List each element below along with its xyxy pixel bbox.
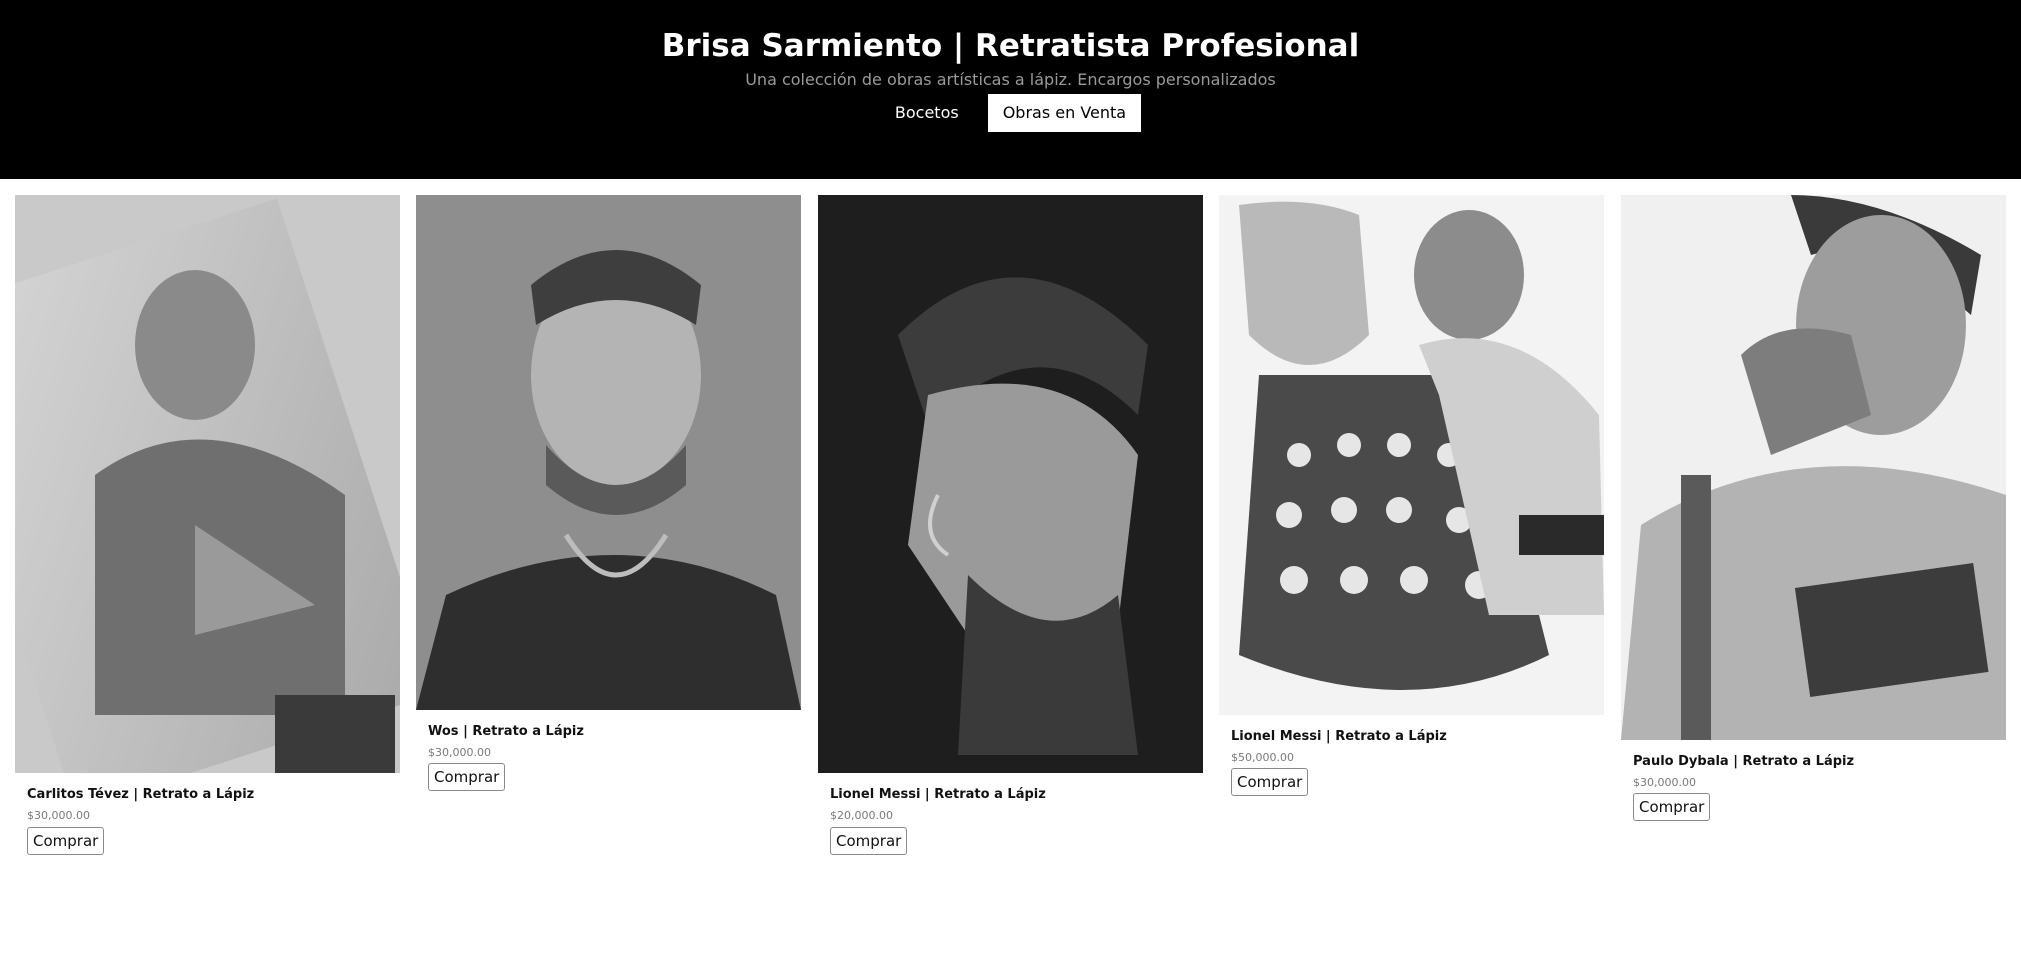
- tab-bocetos[interactable]: Bocetos: [879, 94, 974, 132]
- portrait-drawing-image: [1219, 195, 1604, 715]
- product-image[interactable]: [15, 195, 400, 773]
- product-price: $30,000.00: [1633, 776, 1696, 789]
- product-title: Lionel Messi | Retrato a Lápiz: [1231, 729, 1447, 744]
- portrait-drawing-image: [416, 195, 801, 710]
- product-image[interactable]: [1621, 195, 2006, 740]
- product-title: Wos | Retrato a Lápiz: [428, 724, 584, 739]
- portrait-drawing-image: [1621, 195, 2006, 740]
- portrait-drawing-image: [15, 195, 400, 773]
- nav-tabs: Bocetos Obras en Venta: [0, 94, 2021, 132]
- product-image[interactable]: [1219, 195, 1604, 715]
- buy-button[interactable]: Comprar: [428, 763, 506, 791]
- buy-button[interactable]: Comprar: [1231, 768, 1309, 796]
- tab-obras-en-venta[interactable]: Obras en Venta: [987, 94, 1142, 132]
- product-image[interactable]: [416, 195, 801, 710]
- product-price: $30,000.00: [428, 746, 491, 759]
- portrait-drawing-image: [818, 195, 1203, 773]
- site-header: Brisa Sarmiento | Retratista Profesional…: [0, 0, 2021, 179]
- site-subtitle: Una colección de obras artísticas a lápi…: [745, 70, 1276, 89]
- product-price: $50,000.00: [1231, 751, 1294, 764]
- product-price: $30,000.00: [27, 809, 90, 822]
- product-title: Carlitos Tévez | Retrato a Lápiz: [27, 787, 255, 802]
- product-image[interactable]: [818, 195, 1203, 773]
- product-price: $20,000.00: [830, 809, 893, 822]
- site-title: Brisa Sarmiento | Retratista Profesional: [661, 28, 1360, 64]
- buy-button[interactable]: Comprar: [830, 827, 908, 855]
- product-title: Lionel Messi | Retrato a Lápiz: [830, 787, 1046, 802]
- buy-button[interactable]: Comprar: [27, 827, 105, 855]
- product-title: Paulo Dybala | Retrato a Lápiz: [1633, 754, 1855, 769]
- buy-button[interactable]: Comprar: [1633, 793, 1711, 821]
